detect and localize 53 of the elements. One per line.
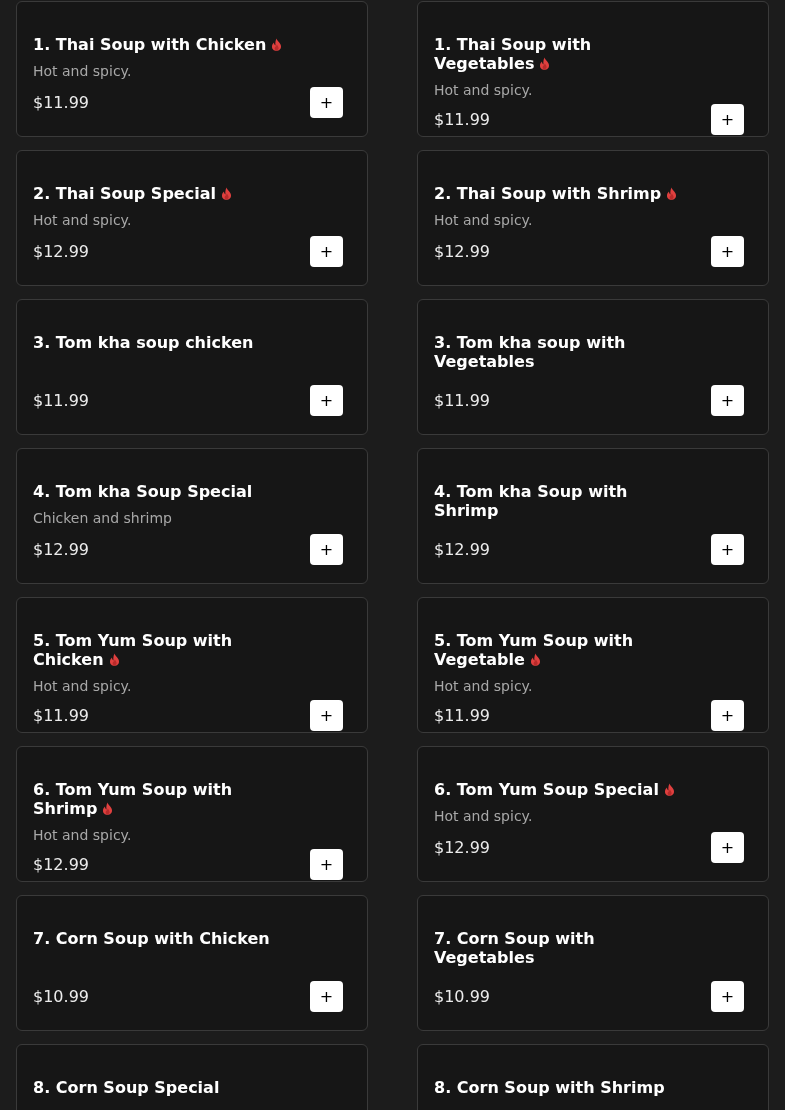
item-description: Hot and spicy.: [434, 81, 534, 100]
add-button[interactable]: +: [711, 385, 744, 416]
add-button[interactable]: +: [310, 236, 343, 267]
item-description: Hot and spicy.: [434, 677, 534, 696]
item-title: 3. Tom kha soup with Vegetables: [434, 333, 627, 371]
item-description: Hot and spicy.: [33, 211, 133, 230]
item-title: 4. Tom kha Soup Special: [33, 482, 254, 501]
add-button[interactable]: +: [310, 981, 343, 1012]
item-title: 1. Thai Soup with Vegetables: [434, 35, 593, 73]
item-description: Hot and spicy.: [33, 826, 133, 845]
item-price: $11.99: [434, 389, 490, 412]
item-description: Hot and spicy.: [434, 211, 534, 230]
item-title: 2. Thai Soup Special: [33, 184, 295, 203]
item-price: $11.99: [33, 704, 89, 727]
add-button[interactable]: +: [310, 700, 343, 731]
add-button[interactable]: +: [711, 534, 744, 565]
add-button[interactable]: +: [711, 236, 744, 267]
item-price: $11.99: [434, 108, 490, 131]
item-title: 4. Tom kha Soup with Shrimp: [434, 482, 629, 520]
item-title: 7. Corn Soup with Vegetables: [434, 929, 596, 967]
item-price: $12.99: [434, 836, 490, 859]
item-price: $11.99: [33, 91, 89, 114]
item-title: 3. Tom kha soup chicken: [33, 333, 255, 352]
item-price: $12.99: [33, 240, 89, 263]
item-price: $12.99: [33, 853, 89, 876]
item-price: $12.99: [33, 538, 89, 561]
item-price: $11.99: [33, 389, 89, 412]
add-button[interactable]: +: [310, 87, 343, 118]
item-title: 6. Tom Yum Soup with Shrimp: [33, 780, 234, 818]
add-button[interactable]: +: [711, 981, 744, 1012]
item-price: $12.99: [434, 240, 490, 263]
add-button[interactable]: +: [711, 104, 744, 135]
item-price: $11.99: [434, 704, 490, 727]
item-title: 5. Tom Yum Soup with Vegetable: [434, 631, 635, 669]
add-button[interactable]: +: [711, 832, 744, 863]
item-title: 5. Tom Yum Soup with Chicken: [33, 631, 234, 669]
add-button[interactable]: +: [711, 700, 744, 731]
item-price: $12.99: [434, 538, 490, 561]
item-title: 1. Thai Soup with Chicken: [33, 35, 295, 54]
item-description: Hot and spicy.: [434, 807, 534, 826]
item-title: 6. Tom Yum Soup Special: [434, 780, 696, 799]
add-button[interactable]: +: [310, 534, 343, 565]
item-price: $10.99: [434, 985, 490, 1008]
item-description: Chicken and shrimp: [33, 509, 173, 528]
item-title: 2. Thai Soup with Shrimp: [434, 184, 696, 203]
item-title: 7. Corn Soup with Chicken: [33, 929, 271, 948]
item-title: 8. Corn Soup with Shrimp: [434, 1078, 666, 1097]
item-description: Hot and spicy.: [33, 677, 133, 696]
add-button[interactable]: +: [310, 385, 343, 416]
item-price: $10.99: [33, 985, 89, 1008]
add-button[interactable]: +: [310, 849, 343, 880]
item-title: 8. Corn Soup Special: [33, 1078, 221, 1097]
item-description: Hot and spicy.: [33, 62, 133, 81]
